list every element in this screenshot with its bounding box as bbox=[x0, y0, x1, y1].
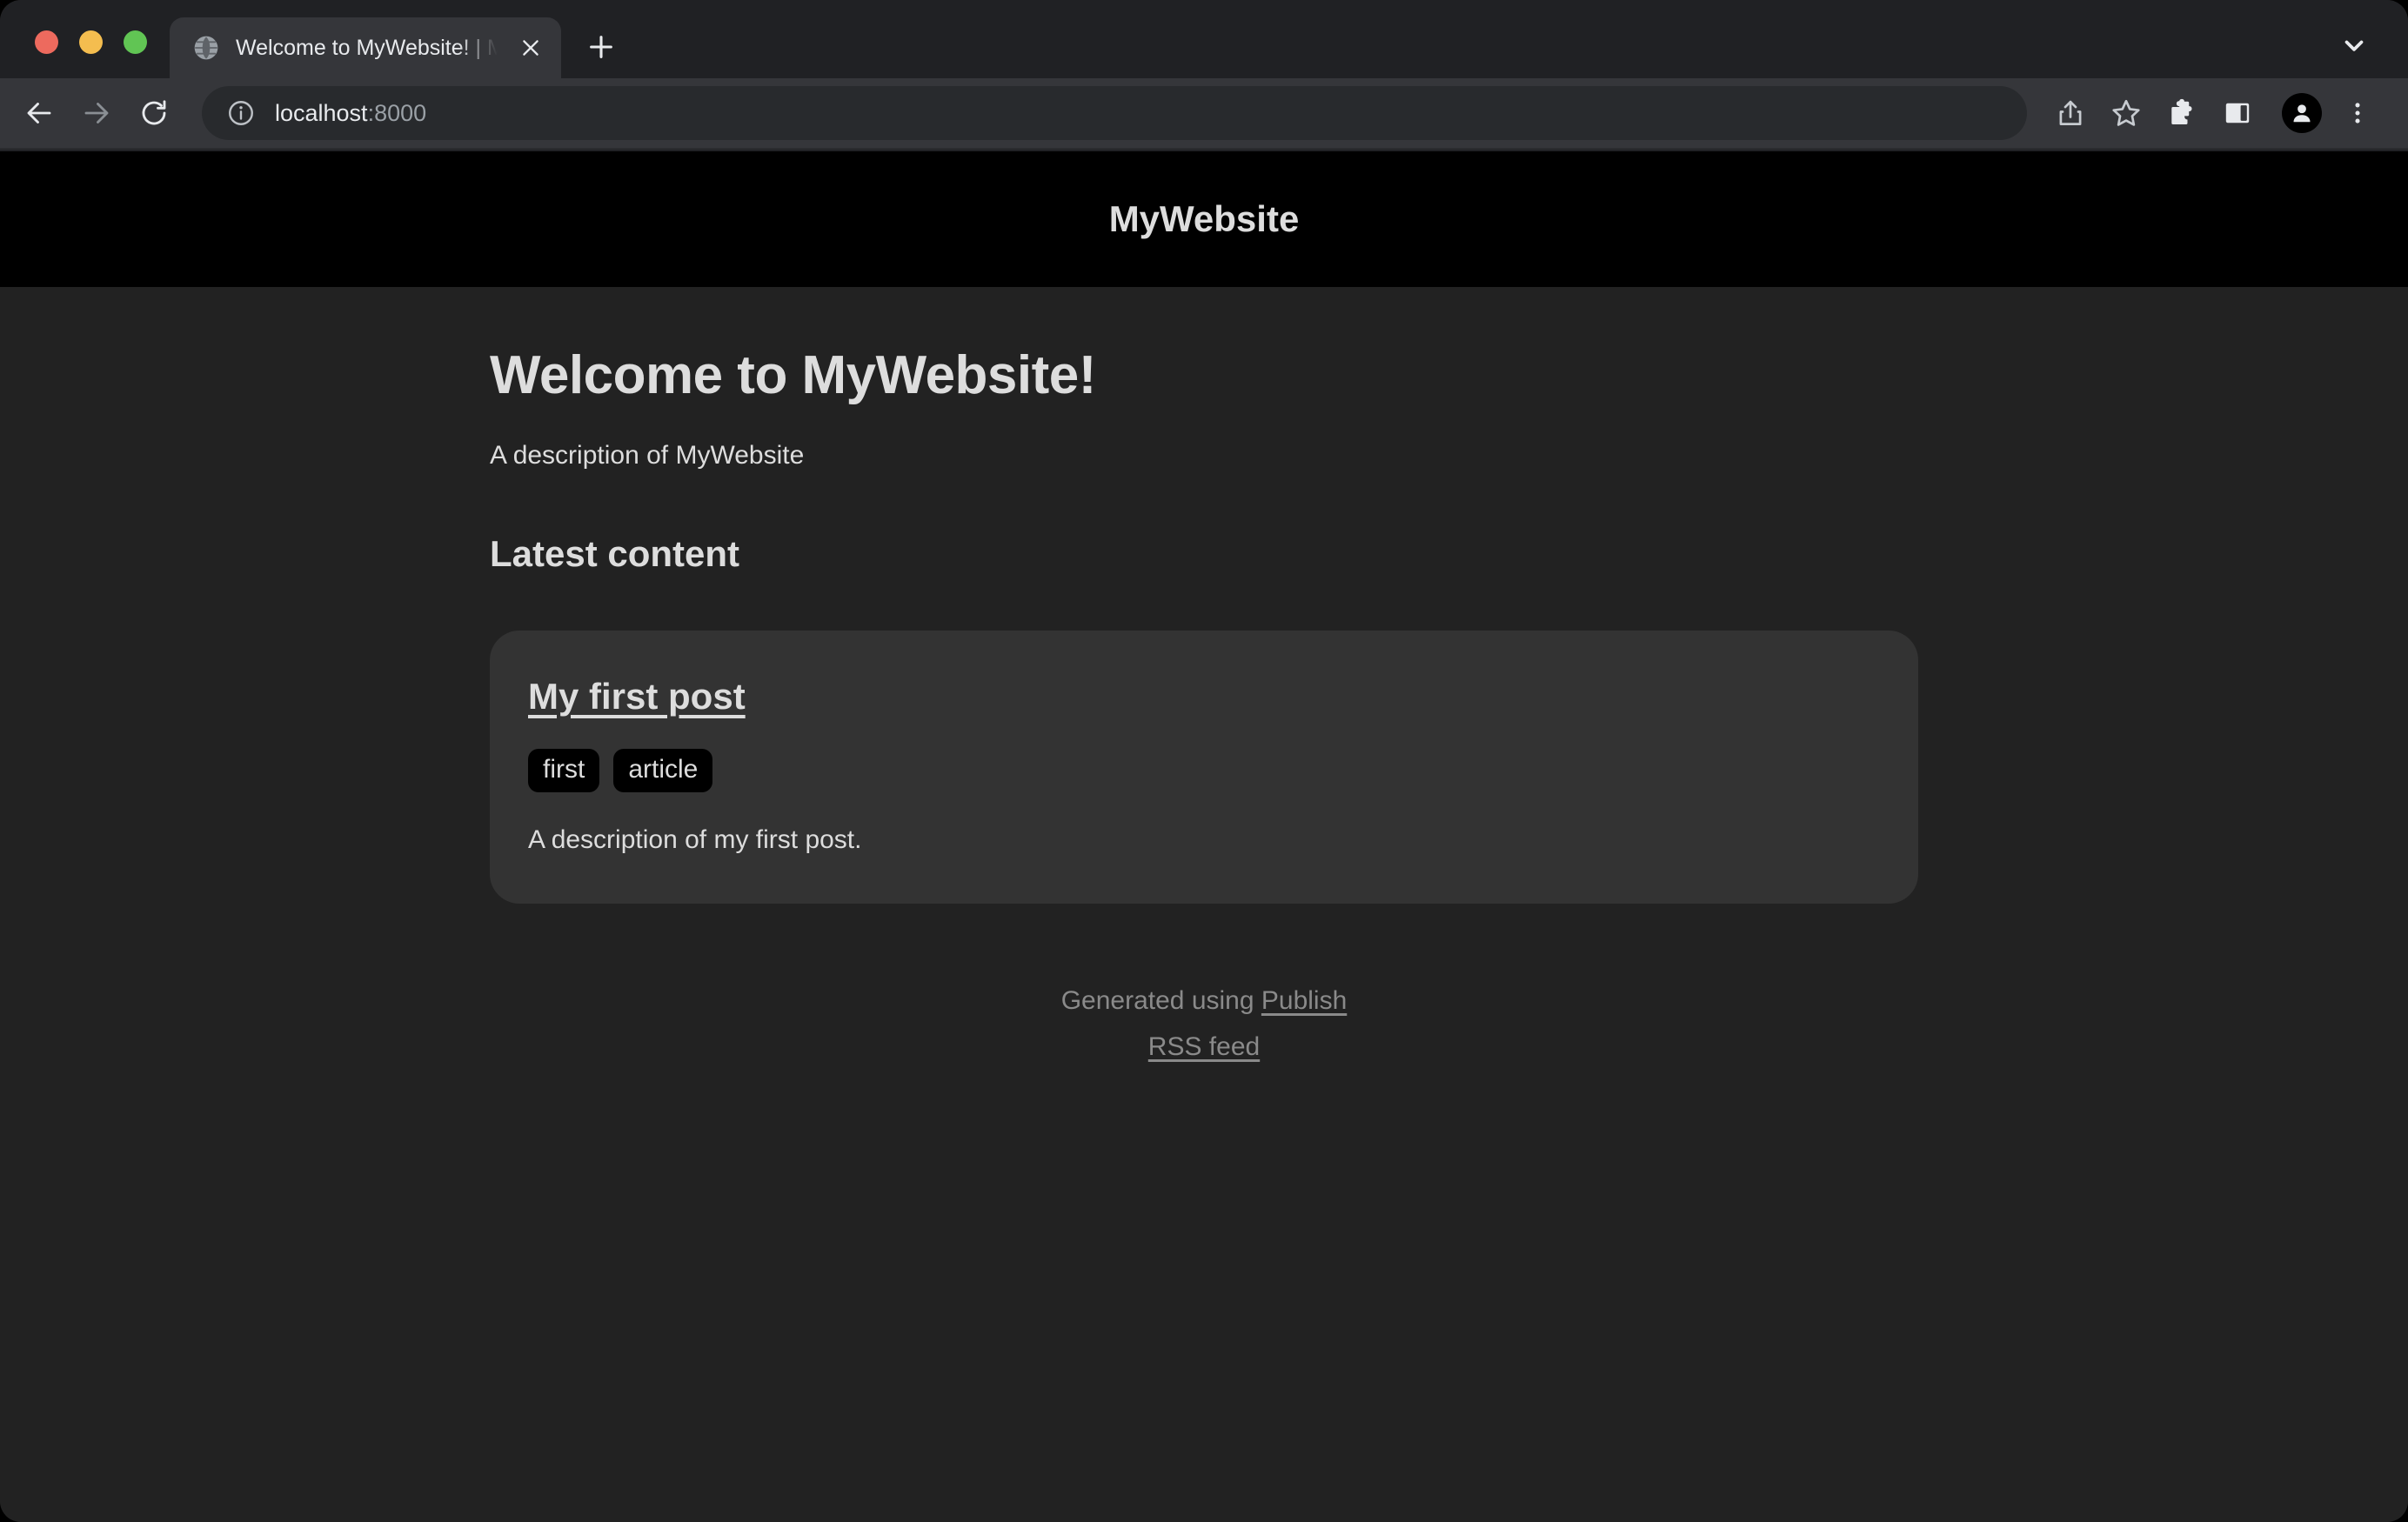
item-title-link[interactable]: My first post bbox=[528, 676, 746, 718]
url-host: localhost bbox=[275, 99, 368, 126]
avatar bbox=[2282, 93, 2322, 133]
generated-using-text: Generated using bbox=[1060, 986, 1261, 1015]
browser-window: Welcome to MyWebsite! | MyWebsite bbox=[0, 0, 2408, 1522]
extensions-button[interactable] bbox=[2156, 87, 2208, 139]
item-list: My first post first article A descriptio… bbox=[490, 631, 1918, 904]
share-icon bbox=[2059, 100, 2082, 125]
person-icon bbox=[2293, 104, 2311, 123]
site-footer: Generated using Publish RSS feed bbox=[490, 904, 1918, 1070]
close-icon bbox=[523, 40, 538, 56]
arrow-right-icon bbox=[84, 103, 109, 123]
puzzle-icon bbox=[2171, 98, 2192, 124]
chevron-down-icon bbox=[2344, 40, 2364, 51]
browser-tab[interactable]: Welcome to MyWebsite! | MyWebsite bbox=[170, 17, 561, 78]
publish-link[interactable]: Publish bbox=[1261, 986, 1347, 1015]
address-bar[interactable]: localhost:8000 bbox=[202, 86, 2027, 140]
reload-button[interactable] bbox=[127, 86, 181, 140]
browser-menu-button[interactable] bbox=[2331, 87, 2384, 139]
side-panel-icon bbox=[2225, 103, 2250, 123]
url-port: :8000 bbox=[367, 99, 427, 126]
page-viewport: MyWebsite Welcome to MyWebsite! A descri… bbox=[0, 151, 2408, 1522]
rss-feed-link[interactable]: RSS feed bbox=[1148, 1032, 1260, 1061]
generator-line: Generated using Publish bbox=[490, 978, 1918, 1025]
page-description: A description of MyWebsite bbox=[490, 441, 805, 470]
bookmark-button[interactable] bbox=[2100, 87, 2152, 139]
reload-icon bbox=[142, 100, 166, 125]
site-title-link[interactable]: MyWebsite bbox=[1109, 198, 1300, 240]
arrow-left-icon bbox=[27, 103, 51, 123]
close-window-button[interactable] bbox=[35, 30, 58, 54]
site-header: MyWebsite bbox=[0, 151, 2408, 287]
list-item: My first post first article A descriptio… bbox=[490, 631, 1918, 904]
forward-button[interactable] bbox=[70, 86, 124, 140]
page-title: Welcome to MyWebsite! bbox=[490, 345, 1096, 405]
item-description: A description of my first post. bbox=[528, 825, 862, 854]
page-wrapper: Welcome to MyWebsite! A description of M… bbox=[490, 287, 1918, 1070]
tag-article[interactable]: article bbox=[613, 749, 713, 792]
side-panel-button[interactable] bbox=[2211, 87, 2264, 139]
globe-icon bbox=[194, 36, 218, 60]
url-text: localhost:8000 bbox=[275, 100, 426, 127]
browser-toolbar: localhost:8000 bbox=[0, 78, 2408, 150]
tab-title: Welcome to MyWebsite! | MyWebsite bbox=[236, 35, 500, 60]
tab-search-button[interactable] bbox=[2330, 21, 2378, 70]
close-tab-button[interactable] bbox=[516, 33, 545, 63]
three-dots-vertical-icon bbox=[2355, 103, 2360, 123]
new-tab-button[interactable] bbox=[577, 23, 625, 71]
back-button[interactable] bbox=[12, 86, 66, 140]
profile-button[interactable] bbox=[2276, 87, 2328, 139]
share-button[interactable] bbox=[2044, 87, 2097, 139]
star-icon bbox=[2112, 99, 2140, 126]
minimize-window-button[interactable] bbox=[79, 30, 103, 54]
rss-line: RSS feed bbox=[490, 1025, 1918, 1071]
window-controls bbox=[0, 30, 170, 78]
tag-first[interactable]: first bbox=[528, 749, 600, 792]
maximize-window-button[interactable] bbox=[124, 30, 147, 54]
info-circle-icon[interactable] bbox=[226, 98, 256, 128]
plus-icon bbox=[590, 36, 612, 58]
tab-strip: Welcome to MyWebsite! | MyWebsite bbox=[0, 0, 2408, 78]
tag-list: first article bbox=[528, 749, 1870, 792]
section-title: Latest content bbox=[490, 533, 740, 574]
